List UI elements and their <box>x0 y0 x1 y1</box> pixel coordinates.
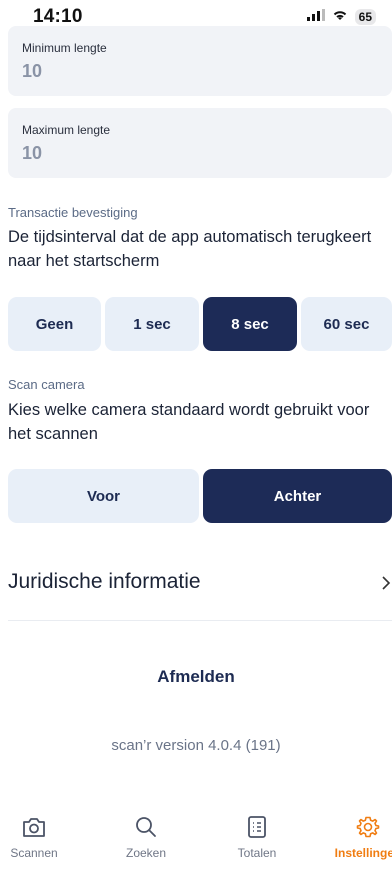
divider <box>8 620 392 621</box>
tab-bar: Scannen Zoeken Totalen Instellingen <box>0 812 392 874</box>
tab-totalen[interactable]: Totalen <box>208 812 306 860</box>
tab-totalen-label: Totalen <box>237 846 277 860</box>
tab-instellingen[interactable]: Instellingen <box>319 812 392 860</box>
battery-icon: 65 <box>354 9 376 25</box>
camera-description: Kies welke camera standaard wordt gebrui… <box>8 401 370 443</box>
maximum-length-label: Maximum lengte <box>22 123 111 137</box>
transaction-description: De tijdsinterval dat de app automatisch … <box>8 228 372 270</box>
camera-label: Scan camera <box>8 377 85 392</box>
transaction-option-8-sec[interactable]: 8 sec <box>203 297 297 351</box>
status-time: 14:10 <box>33 6 83 27</box>
tab-scannen-label: Scannen <box>10 846 58 860</box>
status-icons: 65 <box>306 8 376 26</box>
chevron-right-icon[interactable] <box>380 574 392 598</box>
tab-instellingen-label: Instellingen <box>334 846 392 860</box>
minimum-length-value: 10 <box>22 61 43 81</box>
signal-icon <box>306 8 325 26</box>
maximum-length-value: 10 <box>22 143 43 163</box>
camera-option-voor[interactable]: Voor <box>8 469 199 523</box>
transaction-option-1-sec[interactable]: 1 sec <box>105 297 199 351</box>
tab-scannen[interactable]: Scannen <box>0 812 83 860</box>
app-version: scan’r version 4.0.4 (191) <box>111 737 281 754</box>
tab-zoeken[interactable]: Zoeken <box>97 812 195 860</box>
maximum-length-field[interactable]: Maximum lengte 10 <box>8 108 392 178</box>
tab-zoeken-label: Zoeken <box>125 846 167 860</box>
search-icon <box>134 812 158 842</box>
gear-icon <box>356 812 380 842</box>
minimum-length-label: Minimum lengte <box>22 41 107 55</box>
minimum-length-field[interactable]: Minimum lengte 10 <box>8 26 392 96</box>
transaction-option-geen[interactable]: Geen <box>8 297 101 351</box>
transaction-label: Transactie bevestiging <box>8 205 138 220</box>
camera-icon <box>22 812 46 842</box>
transaction-option-60-sec[interactable]: 60 sec <box>301 297 392 351</box>
legal-info-link[interactable]: Juridische informatie <box>8 570 201 594</box>
wifi-icon <box>332 8 348 26</box>
list-icon <box>247 812 267 842</box>
logout-button[interactable]: Afmelden <box>0 667 392 687</box>
camera-option-achter[interactable]: Achter <box>203 469 392 523</box>
